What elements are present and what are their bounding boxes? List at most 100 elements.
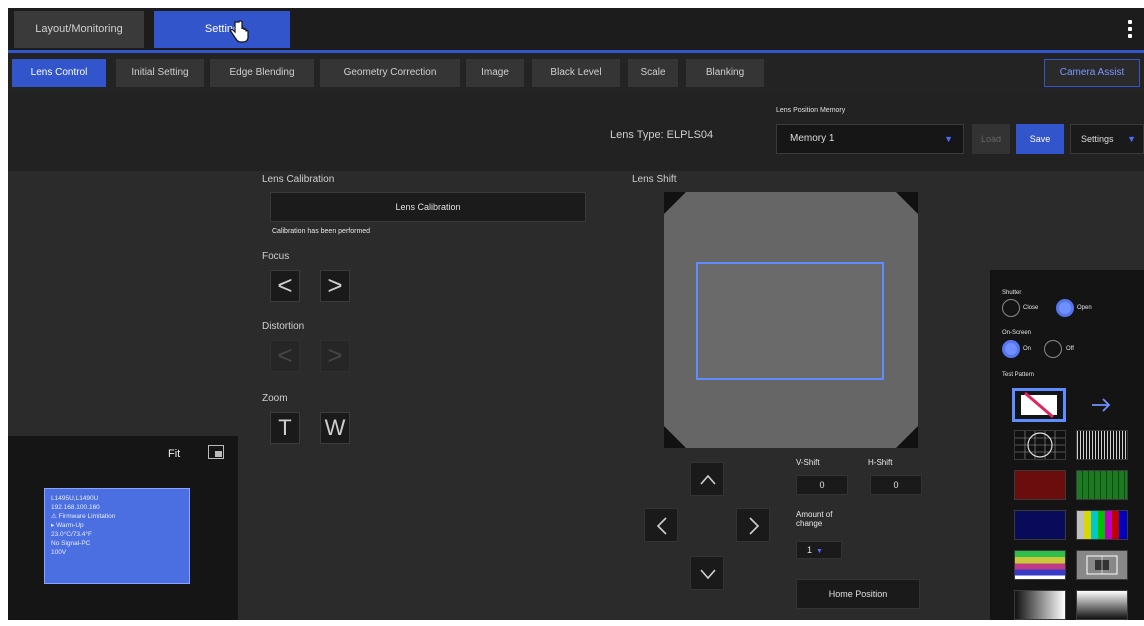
crosshatch-circle-icon [1015,431,1065,459]
info-line: ▸ Warm-Up [51,522,84,529]
pattern-off-icon [1021,391,1057,419]
corner-top-left [664,192,686,214]
dropdown-arrow-icon: ▼ [944,134,953,144]
on-screen-label: On-Screen [1002,330,1032,336]
app-frame: Layout/Monitoring Setting Lens Control I… [8,8,1144,620]
lens-position-rect[interactable] [696,262,884,380]
sub-tab-bar: Lens Control Initial Setting Edge Blendi… [8,53,1144,93]
osd-off-radio[interactable] [1044,340,1062,358]
zoom-title: Zoom [262,393,288,404]
corner-bottom-left [664,426,686,448]
corner-bottom-right [896,426,918,448]
lens-memory-bar: Lens Type: ELPLS04 Lens Position Memory … [8,93,1144,171]
chevron-up-icon [700,474,716,485]
dropdown-arrow-icon: ▼ [1127,134,1136,144]
subtab-blanking[interactable]: Blanking [686,59,764,87]
info-line: ⚠ Firmware Limitation [51,513,116,520]
lens-calibration-title: Lens Calibration [262,174,335,185]
home-position-button[interactable]: Home Position [796,579,920,609]
h-shift-label: H-Shift [868,458,893,467]
settings-label: Settings [1081,134,1114,144]
shift-left-button[interactable] [644,508,678,542]
dropdown-arrow-icon: ▼ [816,548,823,555]
lens-shift-title: Lens Shift [632,174,677,185]
test-pattern-circle[interactable] [1014,430,1066,460]
fit-window-icon[interactable] [208,445,224,459]
tab-setting[interactable]: Setting [154,11,290,48]
amount-of-change-label: Amount of change [796,510,833,528]
more-menu-icon[interactable] [1127,20,1133,42]
test-pattern-red[interactable] [1014,470,1066,500]
memory-select[interactable]: Memory 1 ▼ [776,124,964,154]
arrow-right-icon[interactable] [1090,396,1112,414]
shift-up-button[interactable] [690,462,724,496]
shift-down-button[interactable] [690,556,724,590]
subtab-black-level[interactable]: Black Level [532,59,620,87]
shutter-open-radio[interactable] [1056,299,1074,317]
corner-top-right [896,192,918,214]
amount-value: 1 [807,545,813,555]
test-pattern-vertical-ramp[interactable] [1076,590,1128,620]
distortion-left-button[interactable]: < [270,340,300,372]
tab-layout-monitoring[interactable]: Layout/Monitoring [14,11,144,48]
focus-far-button[interactable]: > [320,270,350,302]
lens-memory-title: Lens Position Memory [776,107,846,114]
distortion-title: Distortion [262,321,305,332]
projector-info-card[interactable]: L1495U,L1490U 192.168.100.160 ⚠ Firmware… [44,488,190,584]
info-line: L1495U,L1490U [51,495,99,502]
lens-calibration-button[interactable]: Lens Calibration [270,192,586,222]
lens-type-label: Lens Type: ELPLS04 [610,129,714,141]
amount-of-change-select[interactable]: 1 ▼ [796,541,842,559]
v-shift-value[interactable]: 0 [796,475,848,495]
info-line: 192.168.100.160 [51,504,100,511]
zoom-wide-button[interactable]: W [320,412,350,444]
test-pattern-horizontal-ramp[interactable] [1014,590,1066,620]
test-pattern-green[interactable] [1076,470,1128,500]
save-button[interactable]: Save [1016,124,1064,154]
shift-right-button[interactable] [736,508,770,542]
osd-off-label: Off [1066,346,1074,352]
test-pattern-lines[interactable] [1076,430,1128,460]
test-pattern-label: Test Pattern [1002,372,1035,378]
info-line: 23.0°C/73.4°F [51,531,92,538]
control-side-panel: Shutter Close Open On-Screen On Off Test… [990,270,1144,620]
calibration-status: Calibration has been performed [272,228,371,235]
test-pattern-color-gradient[interactable] [1014,550,1066,580]
test-pattern-color-bars[interactable] [1076,510,1128,540]
fit-label[interactable]: Fit [168,448,180,460]
subtab-lens-control[interactable]: Lens Control [12,59,106,87]
test-pattern-framed[interactable] [1076,550,1128,580]
subtab-initial-setting[interactable]: Initial Setting [116,59,204,87]
zoom-tele-button[interactable]: T [270,412,300,444]
shutter-open-label: Open [1077,305,1092,311]
chevron-left-icon [656,517,667,535]
settings-dropdown[interactable]: Settings ▼ [1070,124,1144,154]
subtab-image[interactable]: Image [466,59,524,87]
focus-near-button[interactable]: < [270,270,300,302]
top-header: Layout/Monitoring Setting [8,8,1144,52]
test-pattern-blue[interactable] [1014,510,1066,540]
camera-assist-button[interactable]: Camera Assist [1044,59,1140,87]
v-shift-label: V-Shift [796,458,820,467]
memory-select-value: Memory 1 [790,133,835,144]
focus-title: Focus [262,251,290,262]
distortion-right-button[interactable]: > [320,340,350,372]
shutter-close-radio[interactable] [1002,299,1020,317]
osd-on-radio[interactable] [1002,340,1020,358]
info-line: No Signal-PC [51,540,91,547]
shutter-label: Shutter [1002,290,1022,296]
test-pattern-none[interactable] [1012,388,1066,422]
chevron-right-icon [749,517,760,535]
osd-on-label: On [1023,346,1032,352]
subtab-scale[interactable]: Scale [628,59,678,87]
lens-shift-area[interactable] [664,192,918,448]
h-shift-value[interactable]: 0 [870,475,922,495]
info-line: 100V [51,549,67,556]
hand-cursor-icon [230,20,249,43]
subtab-edge-blending[interactable]: Edge Blending [210,59,314,87]
chevron-down-icon [700,569,716,580]
subtab-geometry-correction[interactable]: Geometry Correction [320,59,460,87]
frame-pattern-icon [1086,555,1118,575]
shutter-close-label: Close [1023,305,1039,311]
load-button[interactable]: Load [972,124,1010,154]
